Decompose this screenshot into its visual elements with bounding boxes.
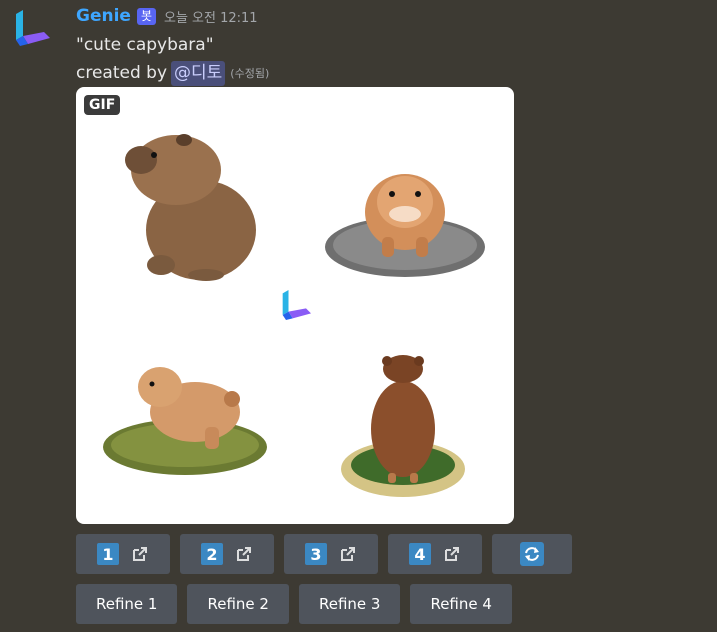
upscale-button-2[interactable]: 2 (180, 534, 274, 574)
author-name[interactable]: Genie (76, 6, 131, 26)
reroll-button[interactable] (492, 534, 572, 574)
refine-button-1[interactable]: Refine 1 (76, 584, 178, 624)
user-mention[interactable]: @디토 (171, 61, 226, 86)
edited-label: (수정됨) (230, 67, 270, 80)
external-link-icon (445, 547, 459, 561)
refresh-icon (520, 542, 544, 566)
refine-button-2[interactable]: Refine 2 (187, 584, 289, 624)
message-timestamp: 오늘 오전 12:11 (164, 10, 258, 26)
genie-avatar-icon[interactable] (14, 10, 50, 46)
external-link-icon (341, 547, 355, 561)
prompt-text: "cute capybara" (76, 35, 214, 55)
refine-button-3[interactable]: Refine 3 (298, 584, 401, 624)
capybara-front-image (325, 174, 485, 277)
external-link-icon (133, 547, 147, 561)
gif-badge: GIF (84, 95, 121, 115)
capybara-back-image (341, 355, 465, 497)
upscale-button-1[interactable]: 1 (76, 534, 170, 574)
capybara-side-image (125, 134, 256, 281)
upscale-button-4[interactable]: 4 (388, 534, 482, 574)
created-by-label: created by (76, 63, 168, 83)
external-link-icon (237, 547, 251, 561)
generated-image-grid[interactable]: GIF (76, 87, 514, 524)
bot-badge: 봇 (136, 7, 156, 25)
keycap-4-icon: 4 (409, 543, 431, 565)
refine-button-4[interactable]: Refine 4 (410, 584, 512, 624)
capybara-side-rug-image (103, 367, 267, 475)
keycap-3-icon: 3 (305, 543, 327, 565)
genie-watermark-icon (282, 290, 311, 320)
upscale-button-3[interactable]: 3 (284, 534, 378, 574)
keycap-1-icon: 1 (97, 543, 119, 565)
keycap-2-icon: 2 (201, 543, 223, 565)
